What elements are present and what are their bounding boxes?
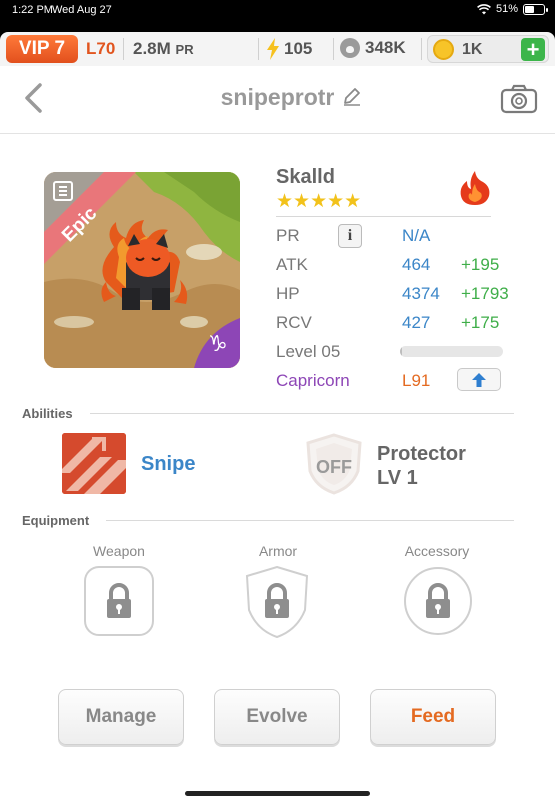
stat-value-atk: 464: [402, 255, 431, 274]
stat-bonus-rcv: +175: [461, 313, 500, 332]
manage-button[interactable]: Manage: [58, 689, 184, 745]
armor-slot[interactable]: [245, 565, 309, 643]
abilities-heading: Abilities: [22, 406, 73, 421]
energy-value: 105: [284, 39, 313, 58]
protector-level: LV 1: [377, 467, 418, 489]
pr-info-button[interactable]: i: [338, 224, 362, 248]
snipe-ability-name[interactable]: Snipe: [141, 453, 195, 476]
status-right: 51%: [477, 3, 548, 15]
level-progress-fill: [400, 346, 403, 357]
zodiac-label: Capricorn: [276, 371, 350, 390]
stat-label-hp: HP: [276, 284, 300, 303]
lightning-icon: [267, 38, 279, 60]
battery-percent: 51%: [495, 3, 518, 15]
player-level: L70: [86, 39, 116, 58]
power-unit: PR: [175, 42, 194, 57]
pet-nickname: snipeprotr: [220, 84, 335, 110]
divider: [90, 413, 514, 414]
power-value: 2.8M: [133, 39, 171, 58]
battery-fill: [525, 5, 535, 13]
camera-icon[interactable]: [500, 84, 538, 114]
snipe-ability-icon[interactable]: [62, 433, 126, 494]
protector-ability-name[interactable]: Protector LV 1: [377, 442, 466, 490]
stat-value-hp: 4374: [402, 284, 440, 303]
energy-counter[interactable]: 105: [266, 38, 312, 60]
stat-label-atk: ATK: [276, 255, 308, 274]
status-date: Wed Aug 27: [52, 4, 112, 16]
divider: [106, 520, 514, 521]
status-bar: 1:22 PM Wed Aug 27 51%: [0, 0, 555, 22]
star-rating: ★★★★★: [276, 190, 362, 212]
weapon-label: Weapon: [93, 543, 145, 559]
evolve-button[interactable]: Evolve: [214, 689, 340, 745]
status-time: 1:22 PM: [12, 4, 53, 16]
battery-icon: [523, 3, 548, 15]
stat-value-pr: N/A: [402, 226, 431, 245]
equipment-heading: Equipment: [22, 513, 90, 528]
separator: [258, 38, 259, 60]
separator: [123, 38, 124, 60]
coin-value: 1K: [462, 41, 483, 58]
home-indicator[interactable]: [185, 791, 370, 796]
stat-label-rcv: RCV: [276, 313, 312, 332]
zodiac-upgrade-button[interactable]: [457, 368, 501, 391]
coin-counter: 1K +: [427, 35, 549, 63]
level-progress-bar: [400, 346, 503, 357]
stat-label-pr: PR: [276, 226, 300, 245]
separator: [333, 38, 334, 60]
edit-pencil-icon[interactable]: [342, 86, 362, 106]
pet-detail-panel: snipeprotr Epic ♑ Skalld ★★★★★ PR i N/A …: [0, 66, 555, 800]
accessory-label: Accessory: [404, 543, 470, 559]
protector-off-badge: OFF: [316, 457, 352, 477]
divider: [276, 216, 491, 217]
currency-bar: VIP 7 L70 2.8M PR 105 348K 1K +: [0, 32, 555, 66]
player-power: 2.8M PR: [133, 39, 194, 59]
add-coins-button[interactable]: +: [521, 38, 545, 61]
protector-name: Protector: [377, 443, 466, 465]
paw-value: 348K: [365, 38, 406, 57]
pet-species-name: Skalld: [276, 166, 335, 188]
stat-value-rcv: 427: [402, 313, 431, 332]
weapon-slot[interactable]: [84, 566, 154, 641]
vip-badge[interactable]: VIP 7: [6, 35, 78, 63]
protector-ability-icon[interactable]: OFF: [302, 433, 366, 500]
arrow-up-icon: [472, 372, 486, 387]
stat-bonus-hp: +1793: [461, 284, 509, 303]
zodiac-badge-icon: ♑: [208, 332, 228, 357]
pet-level-label: Level 05: [276, 342, 341, 361]
paw-counter[interactable]: 348K: [340, 38, 406, 58]
stat-bonus-atk: +195: [461, 255, 500, 274]
zodiac-level: L91: [402, 371, 431, 390]
header: snipeprotr: [0, 66, 555, 134]
paw-icon: [340, 38, 360, 58]
armor-label: Armor: [258, 543, 298, 559]
coin-icon: [433, 39, 454, 60]
wifi-icon: [477, 3, 491, 14]
feed-button[interactable]: Feed: [370, 689, 496, 745]
fire-element-icon: [460, 171, 490, 205]
separator: [421, 38, 422, 60]
pet-portrait[interactable]: Epic ♑: [44, 172, 240, 368]
accessory-slot[interactable]: [403, 566, 473, 641]
